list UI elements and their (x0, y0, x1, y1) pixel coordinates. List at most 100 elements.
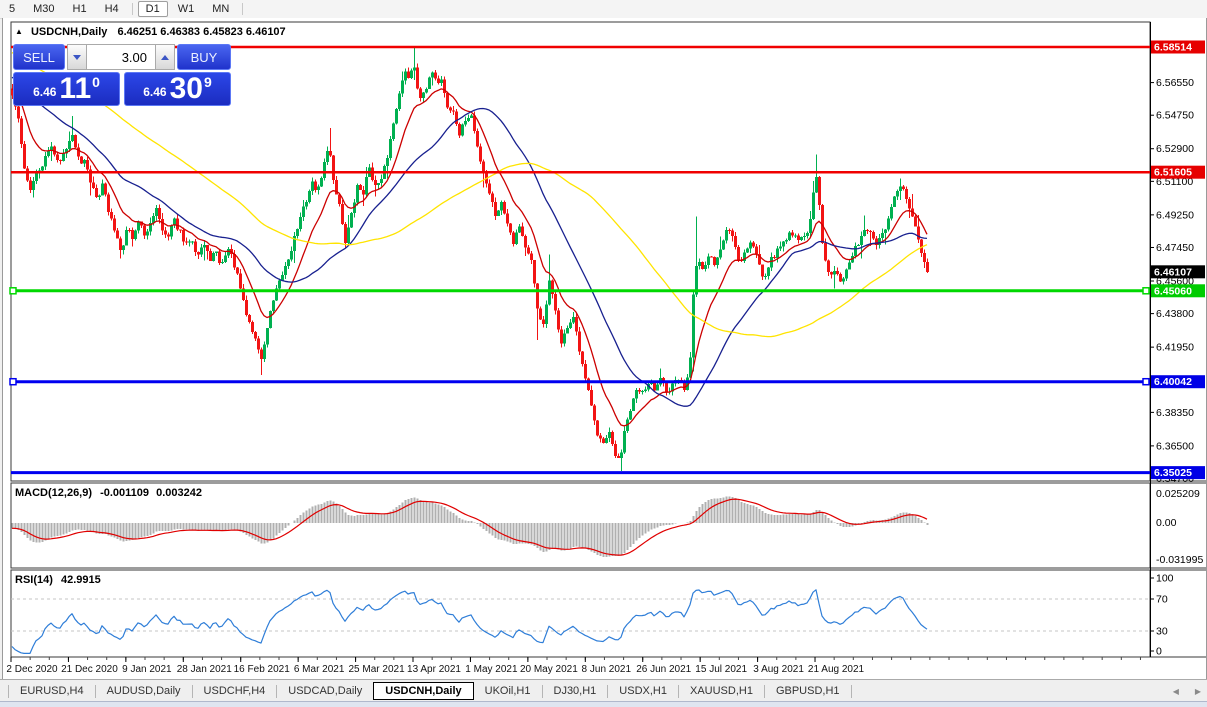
candle-body (206, 245, 209, 251)
candle-body (284, 266, 287, 275)
tab-gbpusd-h1[interactable]: GBPUSD,H1 (765, 682, 851, 700)
tab-usdcad-daily[interactable]: USDCAD,Daily (277, 682, 373, 700)
candle-body (71, 135, 74, 141)
candle-body (455, 111, 458, 124)
timeframe-h4[interactable]: H4 (97, 1, 127, 17)
candle-body (890, 207, 893, 219)
tab-usdx-h1[interactable]: USDX,H1 (608, 682, 678, 700)
ask-price-button[interactable]: 6.46309 (124, 72, 231, 106)
candle-body (581, 352, 584, 364)
candle-body (884, 229, 887, 232)
candle-body (413, 67, 416, 70)
candle-body (569, 322, 572, 328)
tab-ukoil-h1[interactable]: UKOil,H1 (474, 682, 542, 700)
candle-body (809, 219, 812, 233)
tab-dj30-h1[interactable]: DJ30,H1 (543, 682, 608, 700)
timeframe-5[interactable]: 5 (1, 1, 23, 17)
rsi-pane (11, 570, 1150, 657)
candle-body (362, 190, 365, 194)
timeframe-h1[interactable]: H1 (65, 1, 95, 17)
candle-body (185, 242, 188, 243)
candle-body (248, 315, 251, 322)
candle-body (896, 191, 899, 196)
candle-body (77, 147, 80, 156)
rsi-axis-label: 30 (1156, 626, 1168, 638)
candle-body (887, 219, 890, 230)
date-label: 15 Jul 2021 (695, 664, 747, 675)
candle-body (902, 186, 905, 189)
candle-body (464, 121, 467, 125)
candle-body (842, 278, 845, 281)
candle-body (374, 180, 377, 185)
tab-eurusd-h4[interactable]: EURUSD,H4 (9, 682, 95, 700)
chart-title: ▲ USDCNH,Daily 6.46251 6.46383 6.45823 6… (15, 26, 286, 38)
candle-body (503, 202, 506, 214)
candle-body (521, 227, 524, 236)
price-badge-label: 6.58514 (1154, 42, 1192, 54)
candle-body (839, 274, 842, 281)
candle-body (824, 243, 827, 260)
timeframe-m30[interactable]: M30 (25, 1, 62, 17)
candle-body (452, 110, 455, 111)
toolbar-separator (242, 3, 243, 15)
bid-price-button[interactable]: 6.46110 (13, 72, 120, 106)
hline-handle (1143, 288, 1149, 294)
candle-body (836, 271, 839, 274)
volume-decrease-button[interactable] (67, 44, 87, 70)
tabs-scroll-right-icon[interactable]: ▶ (1195, 687, 1201, 696)
candle-body (785, 240, 788, 242)
candle-body (125, 230, 128, 245)
macd-indicator-label: MACD(12,26,9) -0.001109 0.003242 (15, 487, 202, 499)
tab-usdchf-h4[interactable]: USDCHF,H4 (193, 682, 277, 700)
symbol-period-label: USDCNH,Daily (31, 26, 107, 38)
candle-body (701, 262, 704, 269)
sell-button[interactable]: SELL (13, 44, 65, 70)
chart-canvas[interactable]: 6.565506.547506.529006.511006.492506.474… (3, 18, 1206, 679)
rsi-indicator-label: RSI(14) 42.9915 (15, 574, 101, 586)
timeframe-w1[interactable]: W1 (170, 1, 203, 17)
candle-body (263, 344, 266, 359)
candle-body (872, 232, 875, 238)
candle-body (905, 189, 908, 199)
toolbar-separator (132, 3, 133, 15)
candle-body (692, 294, 695, 357)
candle-body (431, 73, 434, 78)
candle-body (848, 262, 851, 269)
candle-body (119, 238, 122, 250)
candle-body (401, 80, 404, 93)
date-label: 2 Dec 2020 (6, 664, 58, 675)
timeframe-mn[interactable]: MN (204, 1, 237, 17)
candle-body (245, 300, 248, 315)
tab-xauusd-h1[interactable]: XAUUSD,H1 (679, 682, 764, 700)
bid-pips: 11 (59, 76, 91, 102)
buy-button[interactable]: BUY (177, 44, 231, 70)
candle-body (101, 183, 104, 195)
candle-body (227, 249, 230, 255)
candle-body (548, 281, 551, 305)
volume-input[interactable]: 3.00 (87, 44, 155, 70)
macd-axis-label: 0.00 (1156, 517, 1177, 529)
candle-body (32, 181, 35, 190)
candle-body (572, 317, 575, 323)
candle-body (164, 230, 167, 234)
date-label: 8 Jun 2021 (582, 664, 632, 675)
tab-usdcnh-daily[interactable]: USDCNH,Daily (373, 682, 473, 700)
candle-body (350, 213, 353, 227)
timeframe-d1[interactable]: D1 (138, 1, 168, 17)
candle-body (761, 264, 764, 276)
tabs-scroll-left-icon[interactable]: ◀ (1173, 687, 1179, 696)
price-tick-label: 6.56550 (1156, 77, 1194, 89)
price-tick-label: 6.43800 (1156, 308, 1194, 320)
candle-body (794, 235, 797, 236)
tab-audusd-daily[interactable]: AUDUSD,Daily (96, 682, 192, 700)
candle-body (425, 89, 428, 93)
candle-body (215, 252, 218, 253)
candle-body (755, 246, 758, 254)
collapse-arrow-icon[interactable]: ▲ (15, 27, 23, 36)
date-label: 26 Jun 2021 (636, 664, 691, 675)
candle-body (308, 191, 311, 202)
candle-body (332, 156, 335, 181)
volume-increase-button[interactable] (155, 44, 175, 70)
candle-body (908, 199, 911, 209)
candle-body (104, 183, 107, 194)
